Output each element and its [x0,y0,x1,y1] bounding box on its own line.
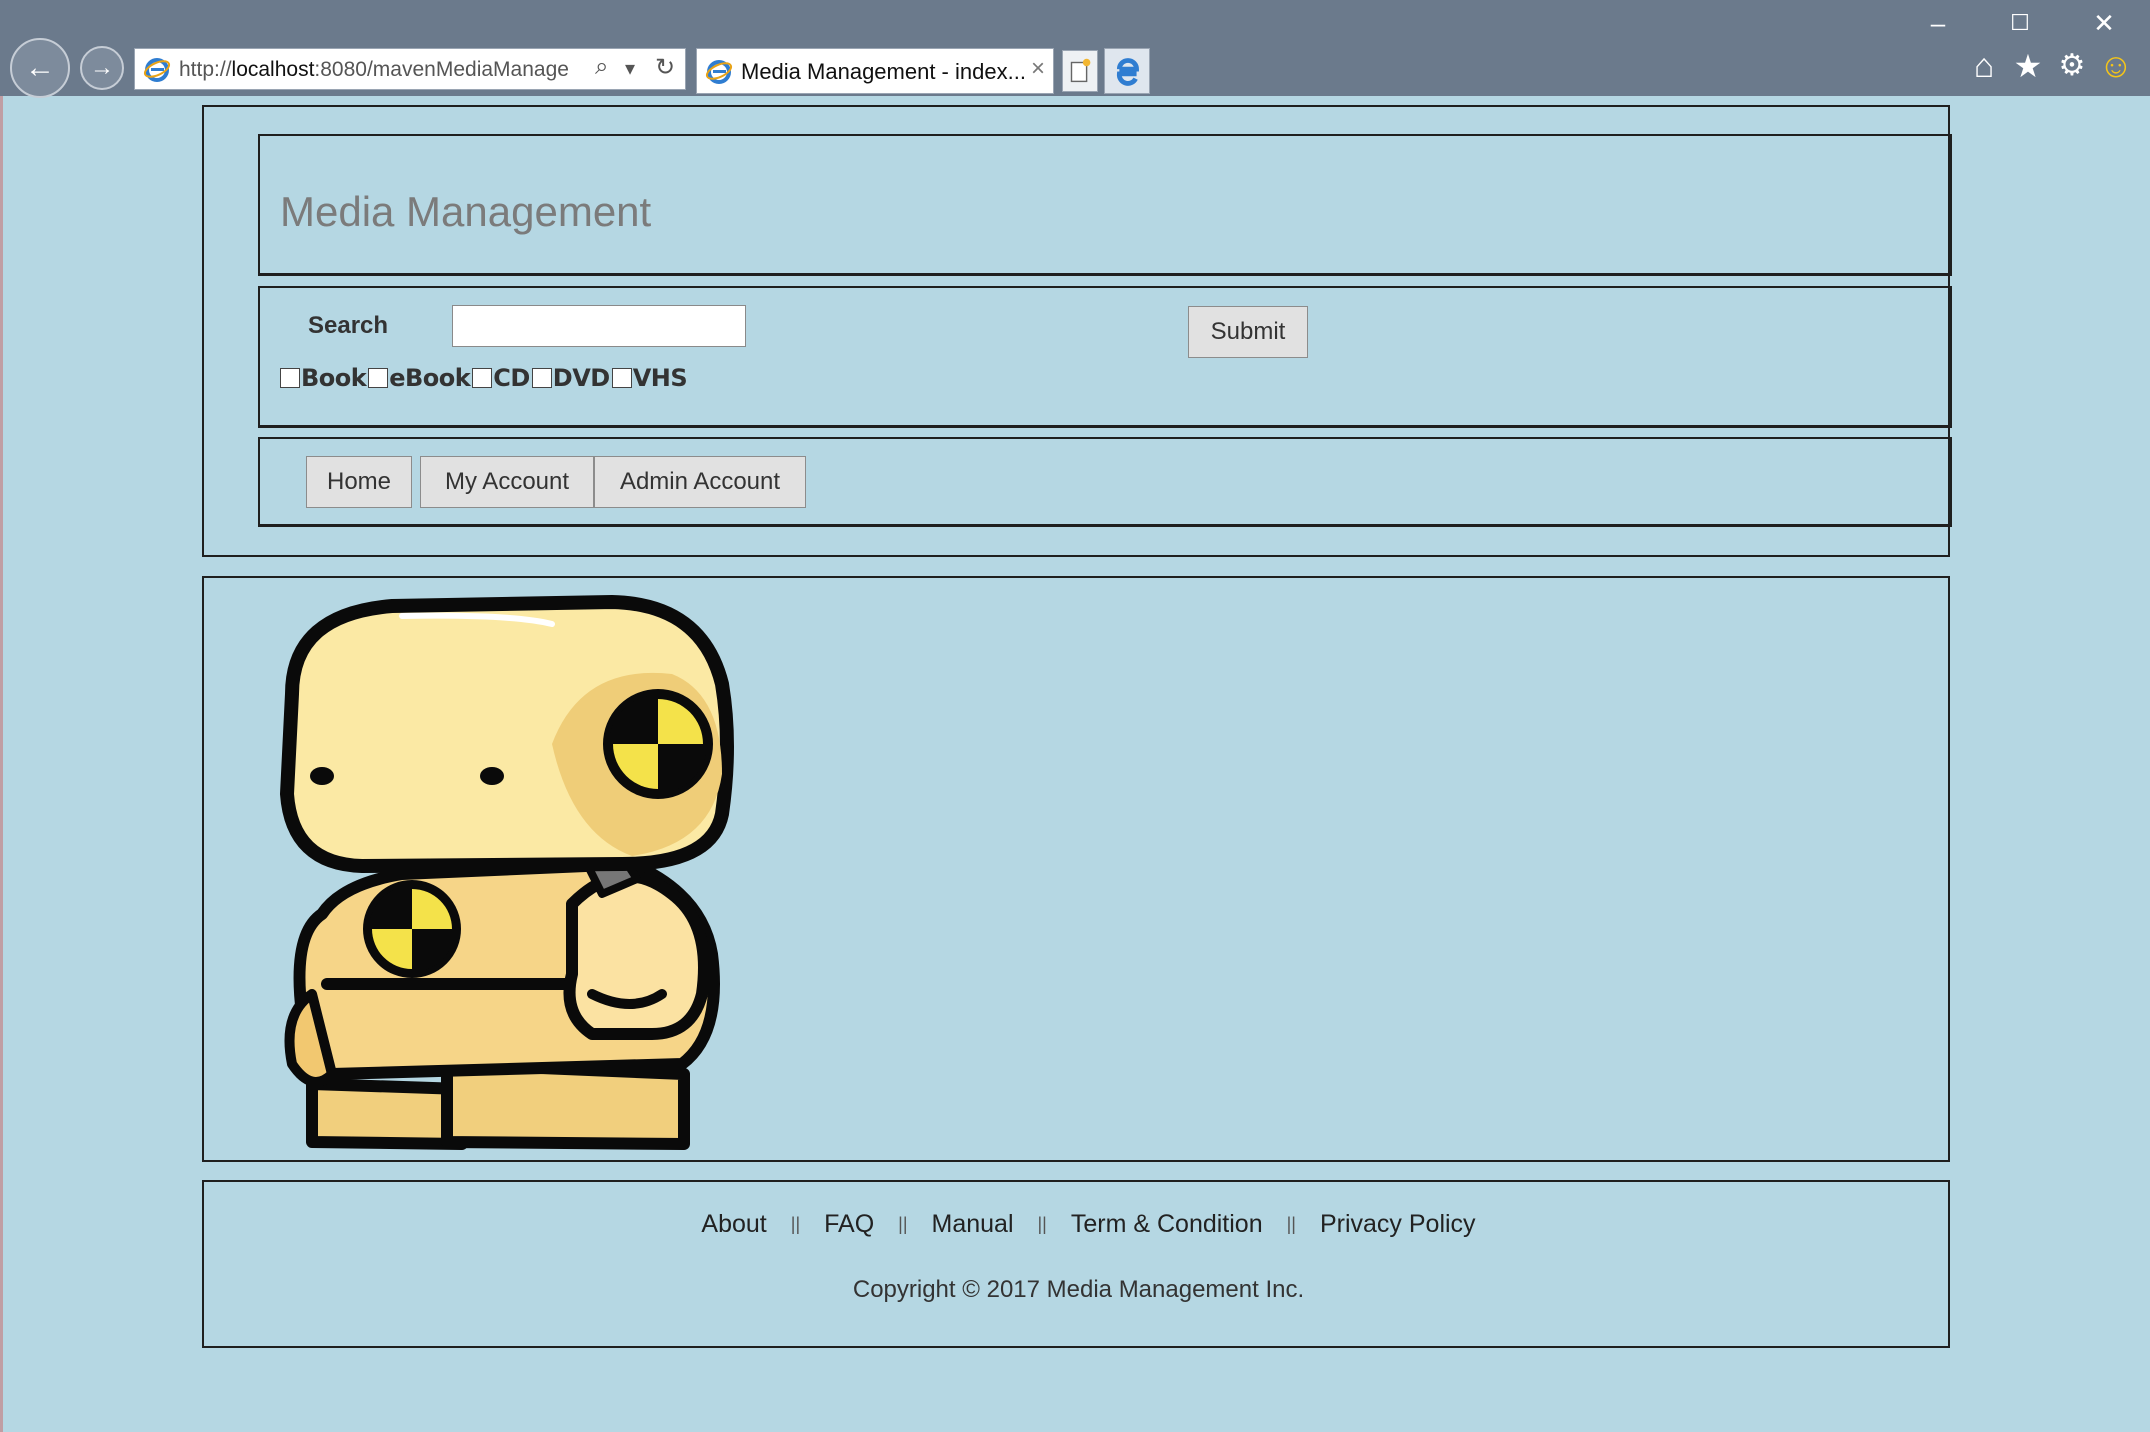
checkbox-cd[interactable] [472,368,493,388]
ie-tab-icon [705,60,733,84]
refresh-icon[interactable]: ↻ [655,53,675,82]
dropdown-icon[interactable]: ▾ [625,56,635,81]
maximize-icon[interactable]: ☐ [1990,6,2050,40]
tab-title: Media Management - index... [741,59,1026,84]
forward-arrow-icon: → [90,54,114,81]
checkbox-cd-label: CD [493,364,530,392]
search-input[interactable] [452,305,746,347]
checkbox-ebook[interactable] [368,368,389,388]
copyright-text: Copyright © 2017 Media Management Inc. [852,1276,1305,1303]
address-url[interactable]: http://localhost:8080/mavenMediaManage [179,58,599,82]
admin-account-button[interactable]: Admin Account [594,456,806,508]
footer-separator: || [898,1214,908,1234]
footer-separator: || [1286,1214,1296,1234]
search-label: Search [308,312,389,339]
home-button[interactable]: Home [306,456,412,508]
back-arrow-icon: ← [25,51,55,84]
close-window-icon[interactable]: ✕ [2074,6,2134,40]
search-panel: Search Submit Book eBook CD DVD VHS [258,286,1952,428]
footer-link-manual[interactable]: Manual [932,1210,1014,1239]
submit-button[interactable]: Submit [1188,306,1308,358]
tab-media-management[interactable]: Media Management - index... × [696,48,1054,94]
page-title: Media Management [280,188,652,235]
browser-chrome: – ☐ ✕ ← → http://localhost:8080/mavenMed… [0,0,2150,98]
footer-link-terms[interactable]: Term & Condition [1071,1210,1263,1239]
footer-link-faq[interactable]: FAQ [824,1210,874,1239]
smiley-feedback-icon[interactable]: ☺ [2096,46,2136,86]
checkbox-dvd[interactable] [531,368,552,388]
footer-links: About || FAQ || Manual || Term & Conditi… [204,1210,1948,1239]
home-icon[interactable]: ⌂ [1964,46,2004,86]
url-host: localhost [231,58,315,81]
minimize-icon[interactable]: – [1908,6,1968,40]
footer-separator: || [1037,1214,1047,1234]
ie-edge-button[interactable] [1104,48,1150,94]
search-icon[interactable]: ⌕ [595,53,608,81]
address-bar[interactable]: http://localhost:8080/mavenMediaManage ⌕… [134,48,686,90]
checkbox-ebook-label: eBook [389,364,471,392]
my-account-button[interactable]: My Account [420,456,594,508]
edge-icon [1116,58,1139,86]
checkbox-dvd-label: DVD [552,364,610,392]
crash-test-dummy-image [280,595,734,1150]
ie-page-icon [143,58,171,82]
checkbox-book[interactable] [280,368,300,388]
url-path: :8080/mavenMediaManage [314,58,569,81]
footer-separator: || [790,1214,801,1234]
nav-bar: Home My Account Admin Account [258,437,1952,527]
checkbox-book-label: Book [301,364,367,392]
footer-link-privacy[interactable]: Privacy Policy [1320,1210,1476,1239]
main-content [202,576,1950,1162]
footer: About || FAQ || Manual || Term & Conditi… [202,1180,1950,1348]
back-button[interactable]: ← [10,38,70,98]
footer-link-about[interactable]: About [701,1210,766,1239]
forward-button[interactable]: → [80,46,124,90]
url-scheme: http:// [179,58,232,81]
new-tab-button[interactable] [1062,50,1098,92]
favorites-icon[interactable]: ★ [2008,46,2048,86]
checkbox-vhs[interactable] [611,368,632,388]
settings-icon[interactable]: ⚙ [2052,46,2092,86]
banner: Media Management [258,134,1952,276]
window-edge [0,96,3,1432]
new-tab-icon [1070,58,1091,83]
media-type-filters: Book eBook CD DVD VHS [280,364,689,392]
checkbox-vhs-label: VHS [632,364,688,392]
tab-close-icon[interactable]: × [1031,55,1045,83]
